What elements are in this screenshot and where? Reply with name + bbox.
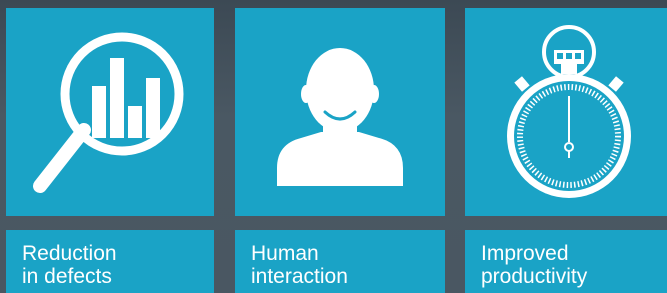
label-line: interaction [251, 265, 348, 288]
productivity-label-tile: Improved productivity [465, 230, 667, 293]
defects-label-tile: Reduction in defects [6, 230, 214, 293]
label-line: productivity [481, 265, 588, 288]
defects-icon-tile [6, 8, 214, 216]
magnifier-chart-icon [33, 32, 184, 193]
tile-label-human: Human interaction [251, 242, 348, 288]
label-line: Reduction [22, 242, 117, 265]
tile-label-defects: Reduction in defects [22, 242, 117, 288]
label-line: in defects [22, 265, 112, 288]
human-label-tile: Human interaction [235, 230, 445, 293]
label-line: Improved [481, 242, 569, 265]
person-icon [277, 48, 403, 186]
stopwatch-icon [507, 25, 631, 198]
tile-label-productivity: Improved productivity [481, 242, 587, 288]
label-line: Human [251, 242, 319, 265]
human-icon-tile [235, 8, 445, 216]
productivity-icon-tile [465, 8, 667, 216]
